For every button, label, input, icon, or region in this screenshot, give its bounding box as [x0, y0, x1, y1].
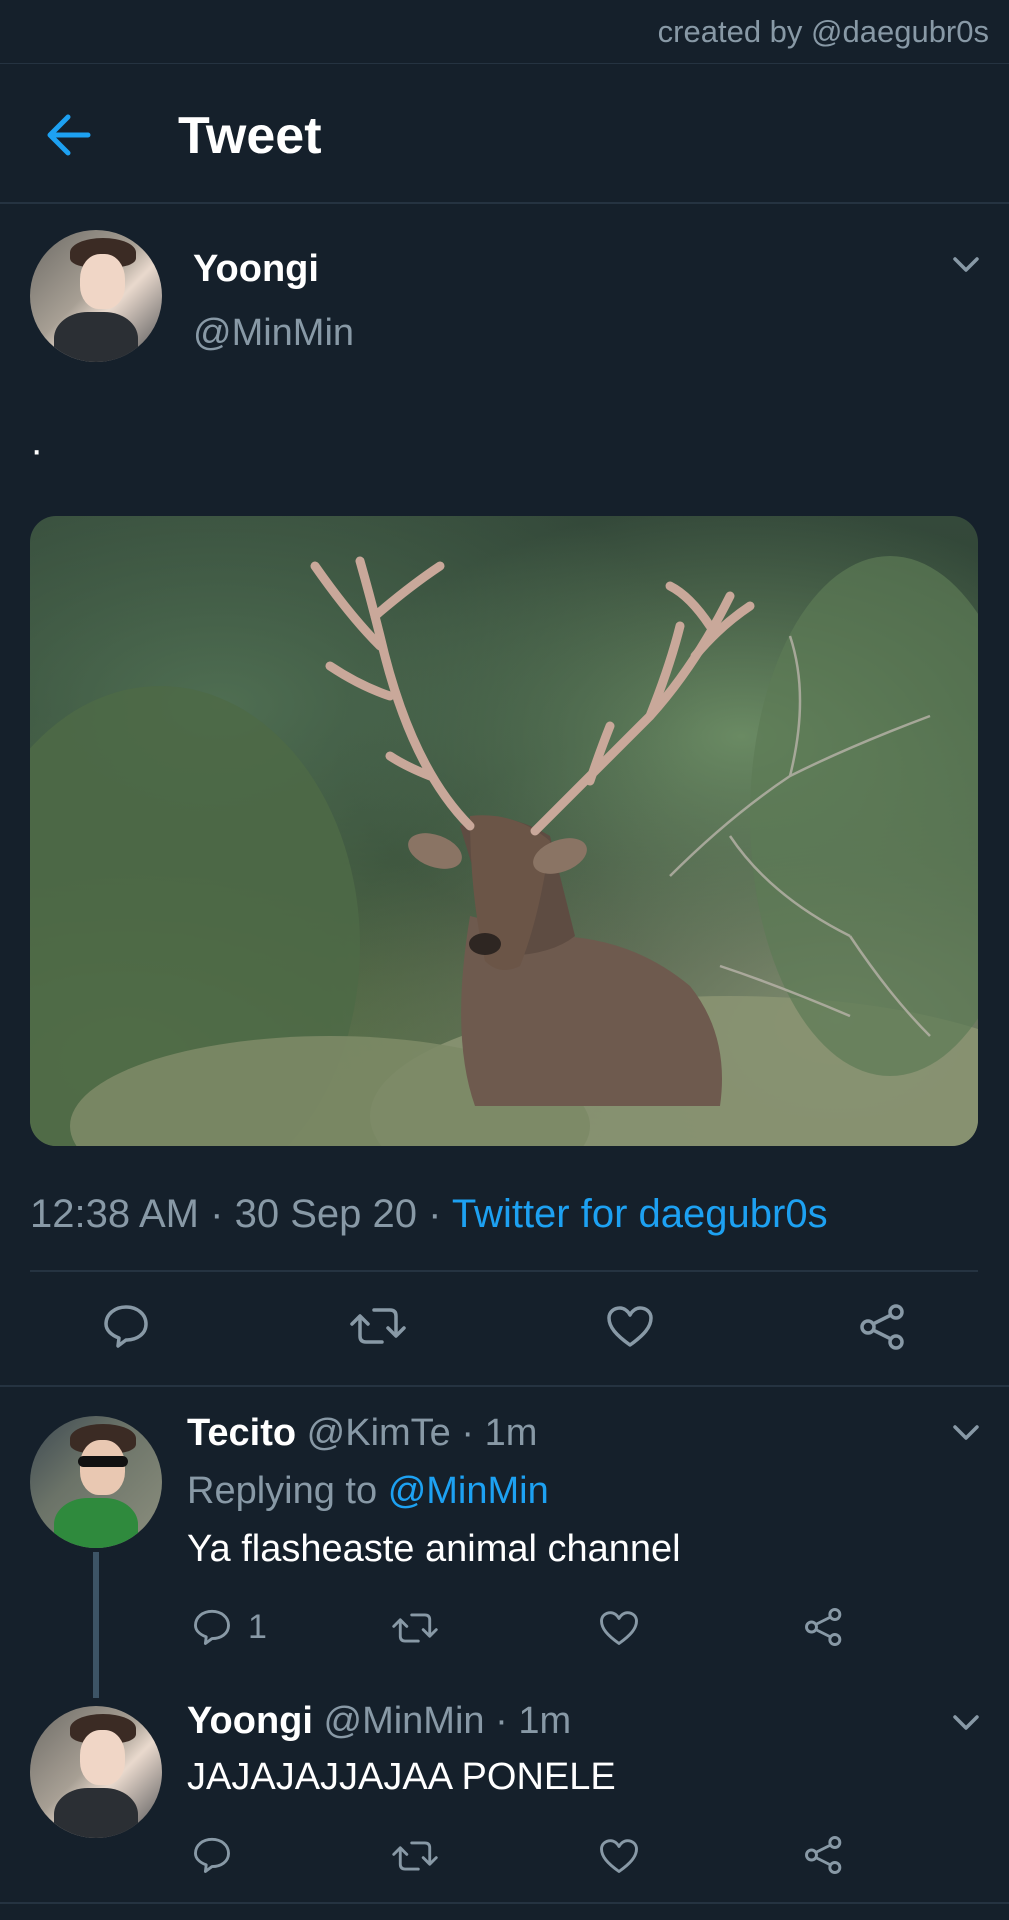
heart-icon[interactable]: [606, 1305, 654, 1349]
reply-header: Yoongi @MinMin · 1m: [187, 1700, 571, 1743]
reply-text: Ya flasheaste animal channel: [187, 1528, 681, 1570]
replying-to: Replying to @MinMin: [187, 1470, 549, 1513]
avatar-face: [80, 1439, 126, 1496]
reply-author-handle[interactable]: @KimTe: [307, 1412, 451, 1454]
replying-prefix: Replying to: [187, 1470, 378, 1512]
retweet-icon[interactable]: [392, 1610, 438, 1646]
avatar[interactable]: [30, 230, 162, 362]
thread-line: [93, 1552, 99, 1698]
reply-time: · 1m: [495, 1700, 572, 1742]
tweet-date: 30 Sep 20: [234, 1192, 417, 1236]
tweet-time: 12:38 AM: [30, 1192, 200, 1236]
avatar-shirt: [53, 311, 139, 362]
chevron-down-icon[interactable]: [952, 256, 980, 274]
reply-text: JAJAJAJJAJAA PONELE: [187, 1756, 616, 1798]
bottom-divider: [0, 1902, 1009, 1904]
reply-author-name[interactable]: Tecito: [187, 1412, 296, 1454]
avatar-face: [80, 1729, 126, 1786]
share-icon[interactable]: [803, 1835, 845, 1875]
tweet-text: ·: [30, 428, 44, 472]
share-icon[interactable]: [803, 1607, 845, 1647]
tweet-source-link[interactable]: Twitter for daegubr0s: [452, 1192, 828, 1236]
reply-avatar[interactable]: [30, 1706, 162, 1838]
reply-icon[interactable]: [102, 1303, 150, 1349]
reply-icon[interactable]: [192, 1836, 232, 1874]
reply-time: · 1m: [461, 1412, 538, 1454]
meta-divider: [30, 1270, 978, 1272]
author-handle[interactable]: @MinMin: [193, 312, 354, 355]
back-arrow-icon[interactable]: [44, 112, 92, 158]
meta-separator: ·: [428, 1192, 442, 1236]
deer-illustration: [30, 556, 978, 1146]
heart-icon[interactable]: [599, 1838, 639, 1875]
retweet-icon[interactable]: [392, 1838, 438, 1874]
page-title: Tweet: [178, 107, 322, 165]
top-divider: [0, 63, 1009, 64]
meta-separator: ·: [210, 1192, 224, 1236]
avatar-face: [80, 253, 126, 310]
retweet-icon[interactable]: [350, 1304, 406, 1348]
author-name[interactable]: Yoongi: [193, 248, 319, 291]
reply-author-name[interactable]: Yoongi: [187, 1700, 313, 1742]
tweet-meta: 12:38 AM · 30 Sep 20 · Twitter for daegu…: [30, 1192, 828, 1237]
watermark: created by @daegubr0s: [657, 14, 989, 49]
replying-handle-link[interactable]: @MinMin: [388, 1470, 549, 1512]
actions-divider: [0, 1385, 1009, 1387]
tweet-photo[interactable]: [30, 516, 978, 1146]
reply-avatar[interactable]: [30, 1416, 162, 1548]
chevron-down-icon[interactable]: [952, 1714, 980, 1732]
chevron-down-icon[interactable]: [952, 1424, 980, 1442]
avatar-glasses: [77, 1455, 128, 1468]
reply-count: 1: [248, 1608, 267, 1646]
avatar-shirt: [53, 1497, 139, 1548]
reply-author-handle[interactable]: @MinMin: [324, 1700, 485, 1742]
reply-icon[interactable]: [192, 1608, 232, 1646]
header-divider: [0, 202, 1009, 204]
heart-icon[interactable]: [599, 1610, 639, 1647]
share-icon[interactable]: [858, 1303, 908, 1351]
reply-header: Tecito @KimTe · 1m: [187, 1412, 537, 1455]
avatar-shirt: [53, 1787, 139, 1838]
